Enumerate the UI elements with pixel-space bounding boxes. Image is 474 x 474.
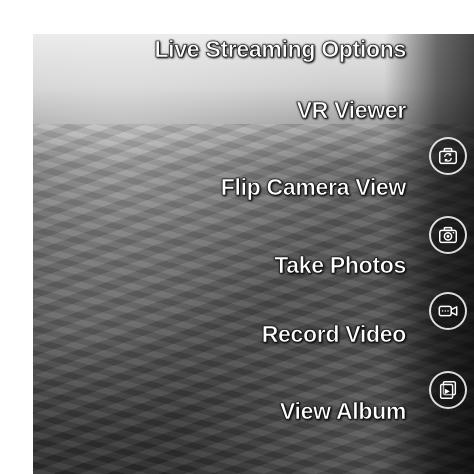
flip-camera-view-label[interactable]: Flip Camera View (220, 174, 406, 201)
flip-camera-icon (439, 147, 457, 165)
video-camera-icon (438, 305, 458, 317)
take-photos-label[interactable]: Take Photos (274, 252, 407, 279)
camera-preview: Live Streaming Options VR Viewer Flip Ca… (33, 34, 474, 474)
take-photo-button[interactable] (429, 216, 467, 254)
camera-icon (439, 226, 457, 244)
record-video-label[interactable]: Record Video (261, 321, 406, 348)
live-streaming-options-label[interactable]: Live Streaming Options (154, 36, 406, 63)
record-video-button[interactable] (429, 292, 467, 330)
view-album-button[interactable] (429, 371, 467, 409)
flip-camera-button[interactable] (429, 137, 467, 175)
album-icon (439, 381, 457, 399)
view-album-label[interactable]: View Album (280, 398, 407, 425)
vr-viewer-label[interactable]: VR Viewer (296, 97, 406, 124)
